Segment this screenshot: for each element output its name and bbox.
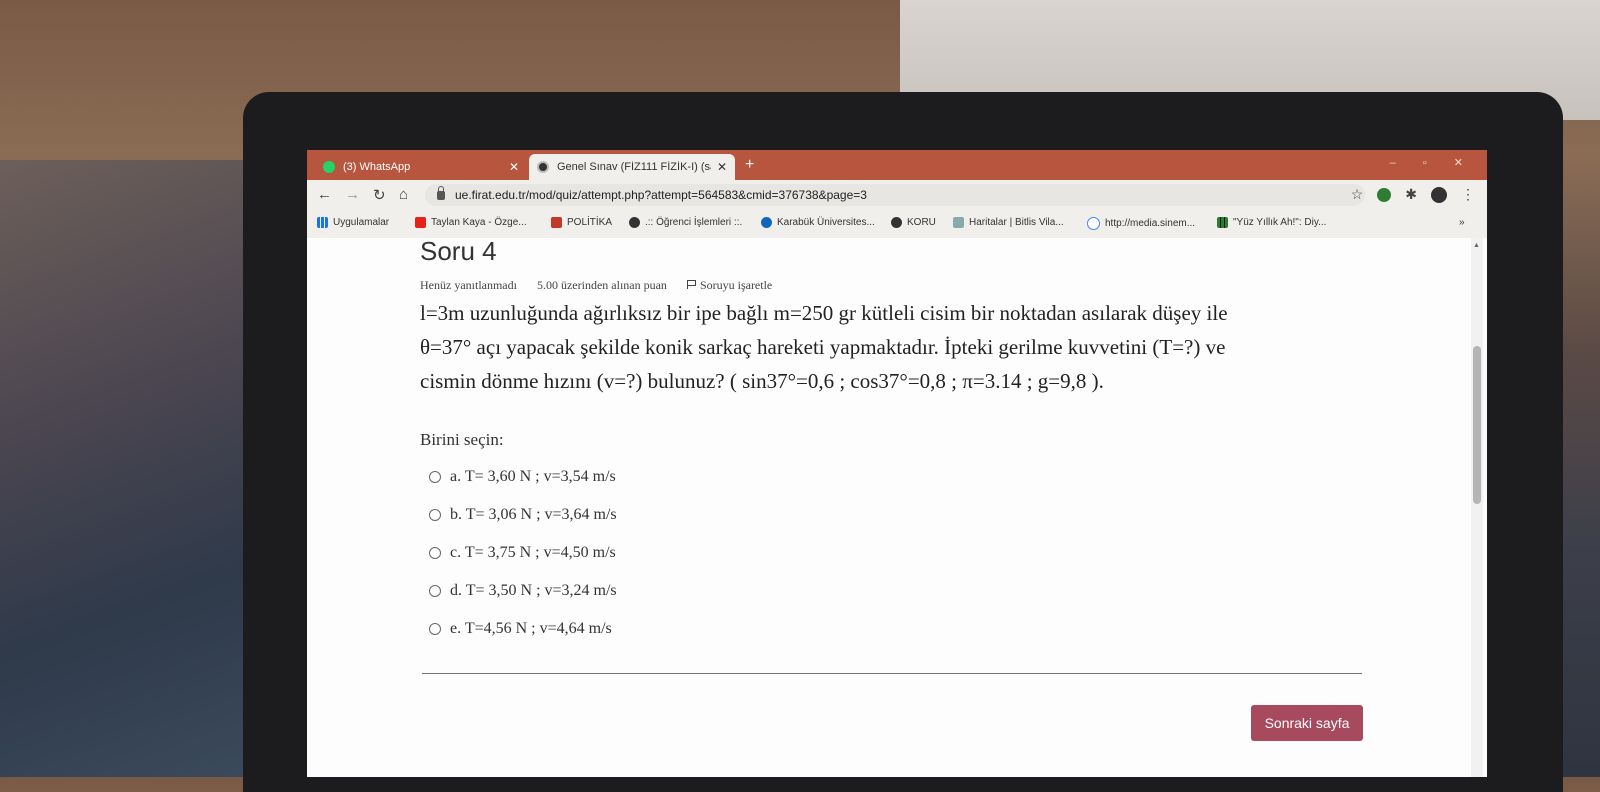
scroll-thumb[interactable]	[1473, 346, 1481, 504]
bookmark-politika[interactable]: POLİTİKA	[551, 217, 612, 228]
close-icon[interactable]: ✕	[509, 160, 519, 174]
answer-option-e[interactable]: e. T=4,56 N ; v=4,64 m/s	[429, 610, 617, 648]
bookmark-koru[interactable]: KORU	[891, 217, 936, 228]
scrollbar[interactable]: ▲	[1471, 238, 1483, 777]
scroll-up-icon[interactable]: ▲	[1473, 242, 1480, 249]
question-title: Soru 4	[420, 236, 497, 266]
google-icon	[1087, 217, 1100, 230]
bookmark-apps[interactable]: Uygulamalar	[317, 217, 389, 228]
window-controls[interactable]: – ▫ ✕	[1390, 156, 1475, 169]
laptop-screen: (3) WhatsApp ✕ Genel Sınav (FİZ111 FİZİK…	[307, 150, 1487, 777]
address-bar[interactable]: ue.firat.edu.tr/mod/quiz/attempt.php?att…	[425, 184, 1365, 206]
bookmark-yuzyillik[interactable]: "Yüz Yıllık Ah!": Diy...	[1217, 217, 1326, 228]
question-text: l=3m uzunluğunda ağırlıksız bir ipe bağl…	[420, 296, 1380, 398]
question-line: θ=37° açı yapacak şekilde konik sarkaç h…	[420, 335, 1226, 359]
answer-label: b. T= 3,06 N ; v=3,64 m/s	[450, 506, 617, 523]
answer-label: c. T= 3,75 N ; v=4,50 m/s	[450, 544, 616, 561]
circle-icon	[761, 217, 772, 228]
menu-icon[interactable]: ⋮	[1461, 186, 1475, 203]
home-icon[interactable]: ⌂	[399, 186, 408, 203]
youtube-icon	[415, 217, 426, 228]
tab-label: (3) WhatsApp	[343, 161, 411, 173]
radio-button[interactable]	[429, 547, 441, 559]
bookmarks-bar: Uygulamalar Taylan Kaya - Özge... POLİTİ…	[307, 210, 1487, 239]
bookmark-label: .:: Öğrenci İşlemleri ::.	[645, 217, 743, 228]
question-line: l=3m uzunluğunda ağırlıksız bir ipe bağl…	[420, 301, 1228, 325]
radio-button[interactable]	[429, 471, 441, 483]
answer-option-a[interactable]: a. T= 3,60 N ; v=3,54 m/s	[429, 458, 617, 496]
question-line: cismin dönme hızını (v=?) bulunuz? ( sin…	[420, 369, 1104, 393]
bookmark-label: Karabük Üniversites...	[777, 217, 875, 228]
bars-icon	[1217, 217, 1228, 228]
answer-option-d[interactable]: d. T= 3,50 N ; v=3,24 m/s	[429, 572, 617, 610]
answer-list: a. T= 3,60 N ; v=3,54 m/s b. T= 3,06 N ;…	[429, 458, 617, 648]
puzzle-icon[interactable]: ✱	[1405, 186, 1417, 203]
reload-icon[interactable]: ↻	[373, 186, 386, 204]
flag-icon	[686, 280, 696, 289]
moodle-icon	[537, 161, 549, 173]
back-icon[interactable]: ←	[317, 186, 332, 203]
answer-label: d. T= 3,50 N ; v=3,24 m/s	[450, 582, 617, 599]
bookmark-ogrenci[interactable]: .:: Öğrenci İşlemleri ::.	[629, 217, 742, 228]
divider	[422, 673, 1362, 674]
new-tab-button[interactable]: +	[745, 156, 754, 174]
tab-whatsapp[interactable]: (3) WhatsApp ✕	[315, 154, 527, 180]
whatsapp-icon	[323, 161, 335, 173]
background-rug	[0, 160, 260, 777]
tab-label: Genel Sınav (FİZ111 FİZİK-I) (sayf	[557, 161, 711, 173]
bookmark-label: Haritalar | Bitlis Vila...	[969, 217, 1064, 228]
tab-bar: (3) WhatsApp ✕ Genel Sınav (FİZ111 FİZİK…	[307, 150, 1487, 180]
bookmark-label: "Yüz Yıllık Ah!": Diy...	[1233, 217, 1327, 228]
bookmark-haritalar[interactable]: Haritalar | Bitlis Vila...	[953, 217, 1064, 228]
next-page-button[interactable]: Sonraki sayfa	[1251, 705, 1363, 741]
question-marks: 5.00 üzerinden alınan puan	[536, 278, 667, 292]
quiz-page: Soru 4 Henüz yanıtlanmadı 5.00 üzerinden…	[307, 236, 1487, 777]
answer-option-c[interactable]: c. T= 3,75 N ; v=4,50 m/s	[429, 534, 617, 572]
bookmark-label: http://media.sinem...	[1105, 218, 1196, 229]
bookmark-karabuk[interactable]: Karabük Üniversites...	[761, 217, 875, 228]
lock-icon	[437, 185, 445, 200]
bookmark-label: POLİTİKA	[567, 217, 613, 228]
bookmark-youtube[interactable]: Taylan Kaya - Özge...	[415, 217, 527, 228]
answer-label: a. T= 3,60 N ; v=3,54 m/s	[450, 468, 616, 485]
radio-button[interactable]	[429, 585, 441, 597]
flag-question-link[interactable]: Soruyu işaretle	[686, 278, 773, 293]
url-text: ue.firat.edu.tr/mod/quiz/attempt.php?att…	[455, 188, 867, 202]
bookmark-media[interactable]: http://media.sinem...	[1087, 217, 1195, 230]
bookmarks-more[interactable]: »	[1459, 217, 1465, 228]
profile-avatar-icon[interactable]	[1431, 186, 1447, 203]
tab-quiz[interactable]: Genel Sınav (FİZ111 FİZİK-I) (sayf ✕	[529, 154, 735, 180]
apps-icon	[317, 217, 328, 228]
flag-label: Soruyu işaretle	[699, 278, 773, 292]
question-status: Henüz yanıtlanmadı	[420, 278, 517, 292]
extension-icon[interactable]	[1377, 187, 1392, 202]
globe-icon	[629, 217, 640, 228]
forward-icon[interactable]: →	[345, 186, 360, 203]
radio-button[interactable]	[429, 623, 441, 635]
answer-prompt: Birini seçin:	[420, 430, 504, 449]
bookmark-label: Taylan Kaya - Özge...	[431, 217, 527, 228]
close-icon[interactable]: ✕	[717, 160, 727, 174]
question-meta: Henüz yanıtlanmadı 5.00 üzerinden alınan…	[420, 278, 772, 293]
globe-icon	[891, 217, 902, 228]
answer-option-b[interactable]: b. T= 3,06 N ; v=3,64 m/s	[429, 496, 617, 534]
answer-label: e. T=4,56 N ; v=4,64 m/s	[450, 620, 612, 637]
bookmark-label: KORU	[907, 217, 936, 228]
star-icon[interactable]: ☆	[1351, 186, 1364, 203]
map-icon	[953, 217, 964, 228]
bookmark-label: Uygulamalar	[333, 217, 390, 228]
r-logo-icon	[551, 217, 562, 228]
radio-button[interactable]	[429, 509, 441, 521]
browser-toolbar: ← → ↻ ⌂ ue.firat.edu.tr/mod/quiz/attempt…	[307, 180, 1487, 210]
toolbar-icons: ☆ ✱ ⋮	[1351, 186, 1475, 203]
